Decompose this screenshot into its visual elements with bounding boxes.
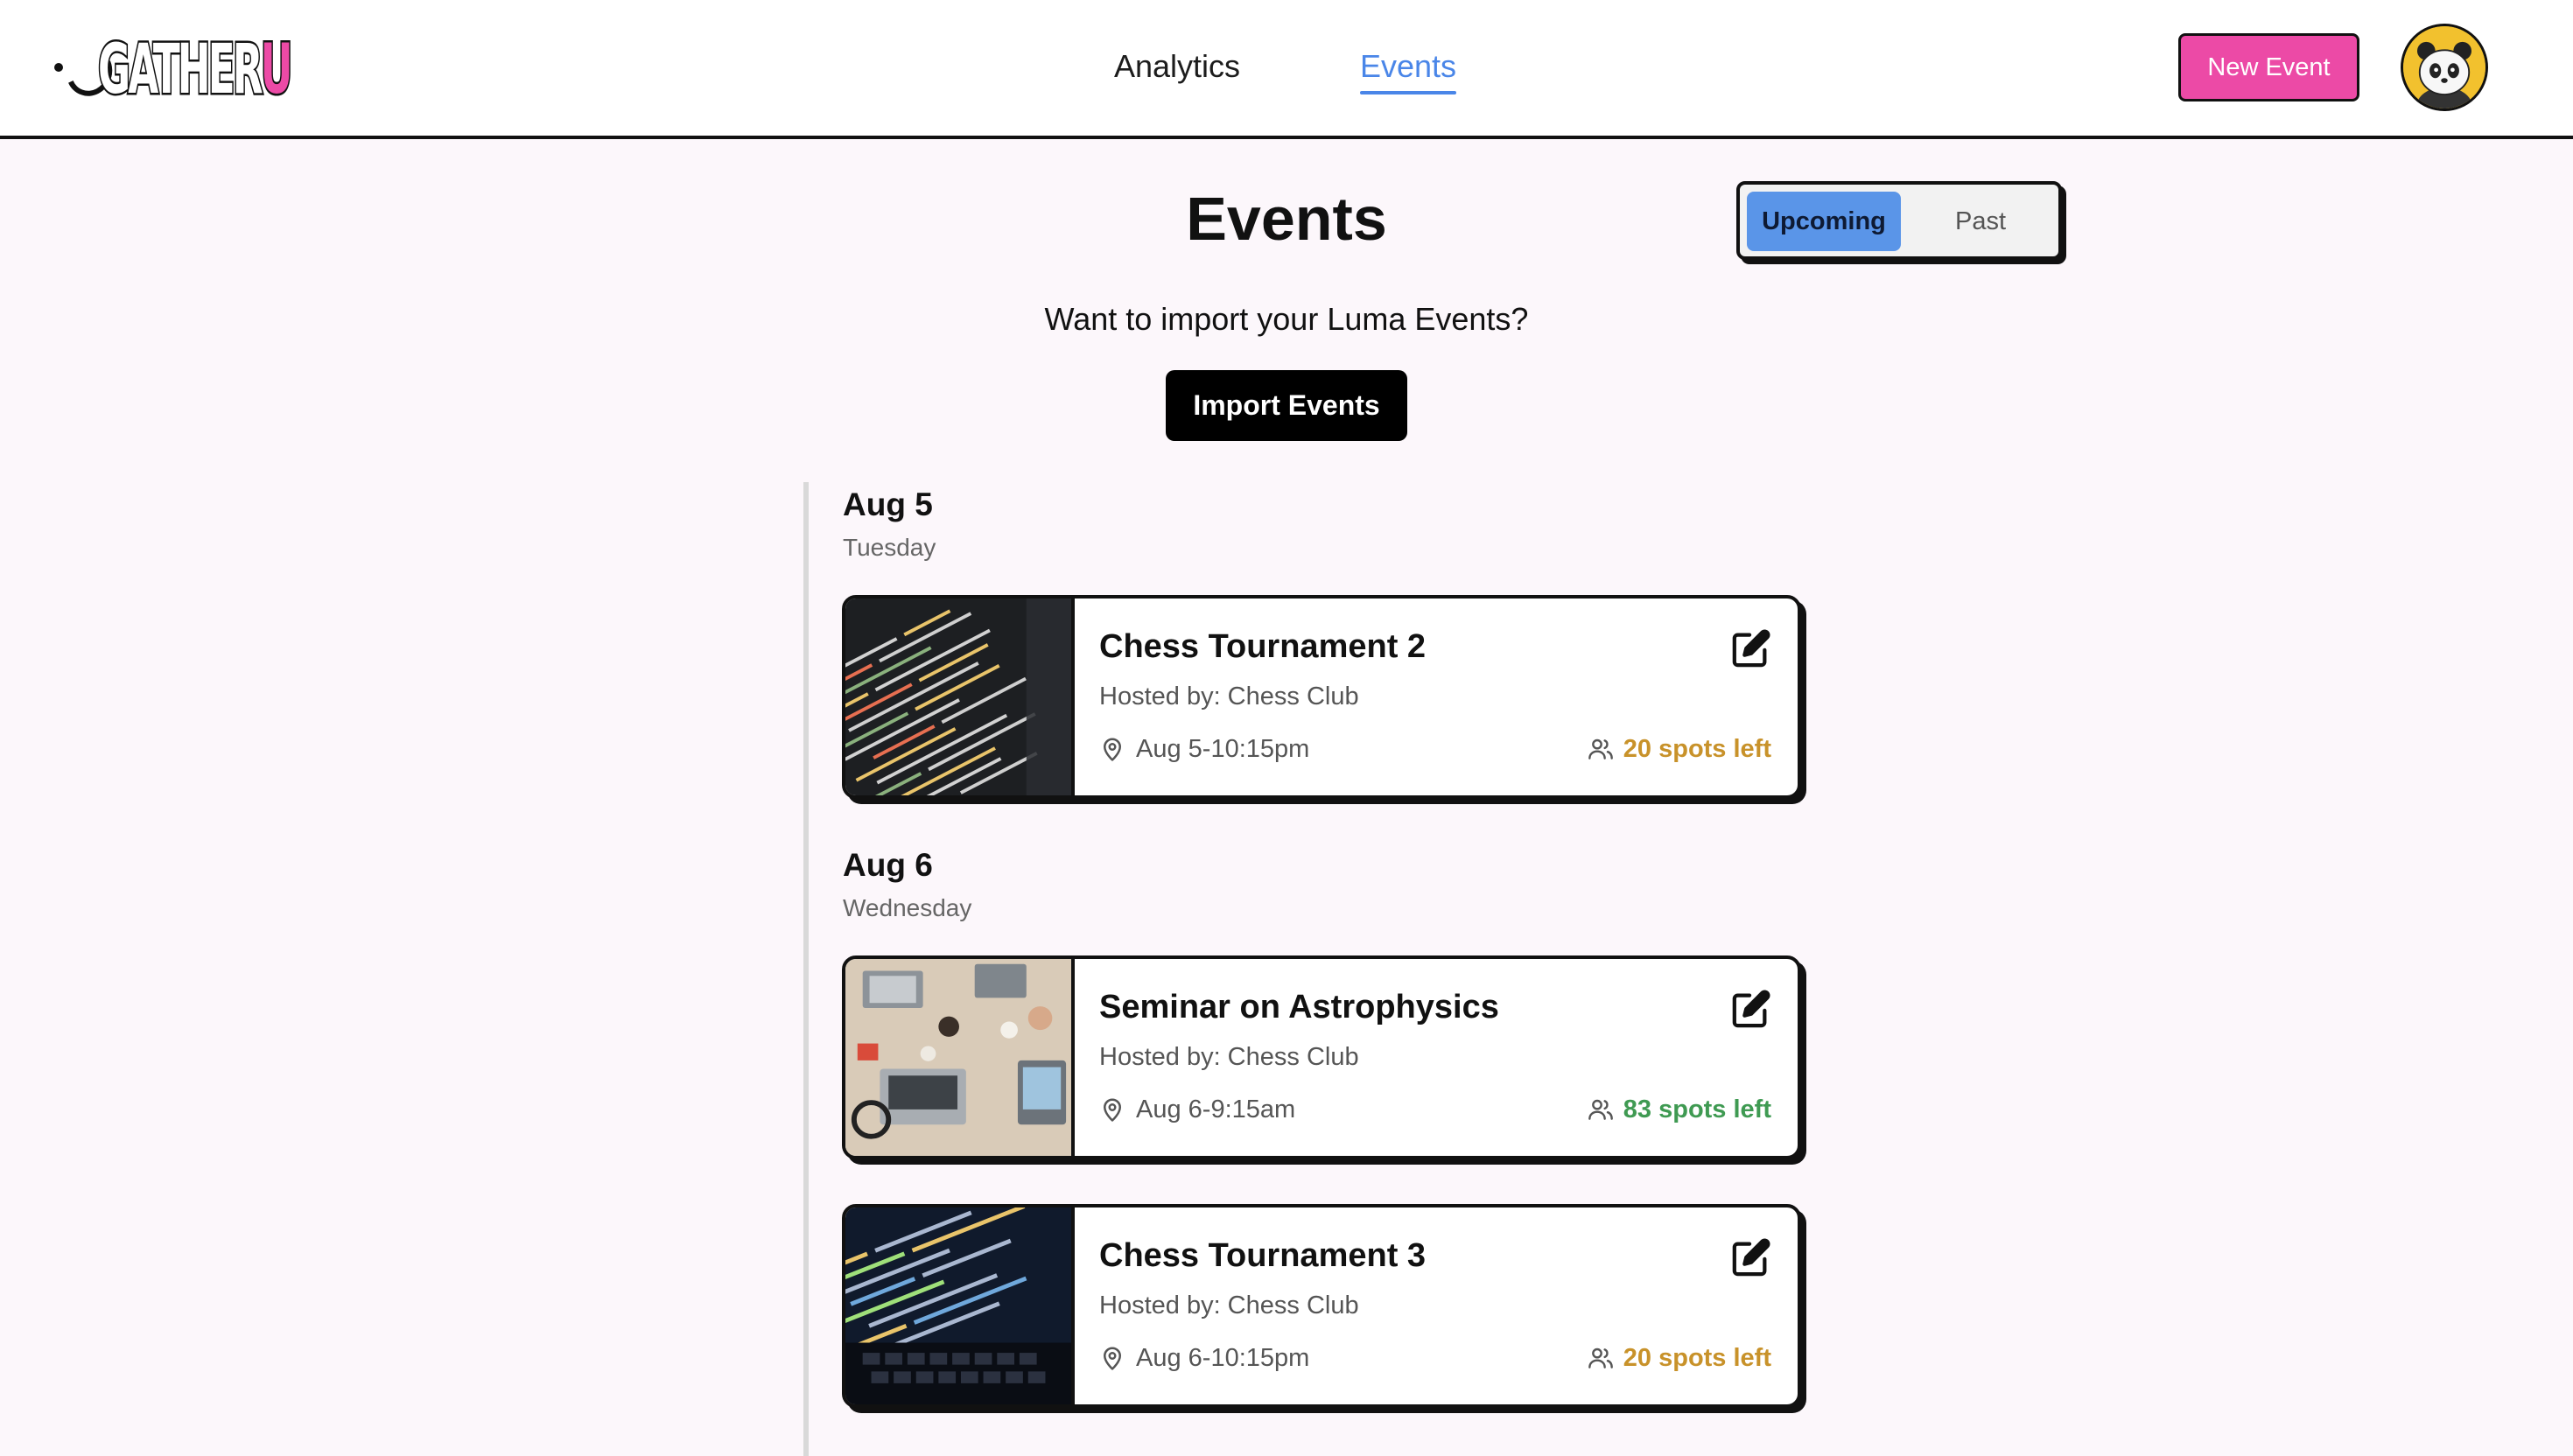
spots-left-text: 83 spots left	[1623, 1095, 1771, 1124]
event-datetime: Aug 5-10:15pm	[1099, 732, 1309, 766]
users-icon	[1588, 738, 1613, 760]
event-title[interactable]: Seminar on Astrophysics	[1099, 989, 1499, 1026]
event-time-text: Aug 6-9:15am	[1136, 1095, 1296, 1124]
event-host: Hosted by: Chess Club	[1099, 1043, 1359, 1071]
spots-left-text: 20 spots left	[1623, 734, 1771, 763]
event-card[interactable]: Chess Tournament 2 Hosted by: Chess Club…	[842, 595, 1801, 799]
panda-avatar-icon	[2403, 26, 2485, 108]
spots-left-text: 20 spots left	[1623, 1343, 1771, 1372]
event-title[interactable]: Chess Tournament 3	[1099, 1237, 1426, 1275]
event-card[interactable]: Seminar on Astrophysics Hosted by: Chess…	[842, 956, 1801, 1159]
event-time-text: Aug 6-10:15pm	[1136, 1343, 1310, 1372]
users-icon	[1588, 1348, 1613, 1368]
event-time-text: Aug 5-10:15pm	[1136, 734, 1310, 763]
location-pin-icon	[1104, 1098, 1121, 1122]
event-host: Hosted by: Chess Club	[1099, 682, 1359, 710]
gatheru-logo[interactable]: GATHERU	[54, 31, 294, 110]
new-event-button[interactable]: New Event	[2178, 33, 2359, 102]
spots-left: 20 spots left	[1587, 732, 1771, 766]
event-thumbnail	[845, 959, 1075, 1156]
logo-dot	[54, 63, 63, 72]
event-datetime: Aug 6-9:15am	[1099, 1092, 1295, 1127]
nav-events[interactable]: Events	[1360, 40, 1457, 94]
page-title: Events	[1186, 185, 1387, 253]
date-heading: Aug 5	[843, 486, 933, 522]
weekday-label: Wednesday	[843, 894, 972, 921]
top-navbar: GATHERU Analytics Events New Event	[0, 0, 2573, 139]
tab-past[interactable]: Past	[1906, 192, 2055, 251]
spots-left: 83 spots left	[1587, 1092, 1771, 1127]
import-events-button[interactable]: Import Events	[1166, 370, 1407, 441]
date-heading: Aug 6	[843, 847, 933, 883]
edit-icon[interactable]	[1731, 1237, 1771, 1278]
tab-upcoming[interactable]: Upcoming	[1747, 192, 1901, 251]
import-prompt-text: Want to import your Luma Events?	[1044, 301, 1529, 337]
event-host: Hosted by: Chess Club	[1099, 1292, 1359, 1320]
event-datetime: Aug 6-10:15pm	[1099, 1340, 1309, 1376]
weekday-label: Tuesday	[843, 534, 936, 561]
users-icon	[1588, 1099, 1613, 1120]
timeline-line	[803, 482, 809, 1456]
event-title[interactable]: Chess Tournament 2	[1099, 628, 1426, 666]
logo-wordmark: GATHERU	[97, 31, 294, 109]
event-card[interactable]: Chess Tournament 3 Hosted by: Chess Club…	[842, 1204, 1801, 1408]
edit-icon[interactable]	[1731, 989, 1771, 1029]
edit-icon[interactable]	[1731, 628, 1771, 668]
location-pin-icon	[1104, 738, 1121, 761]
user-avatar[interactable]	[2401, 24, 2488, 111]
location-pin-icon	[1104, 1347, 1121, 1370]
event-thumbnail	[845, 1208, 1075, 1404]
event-thumbnail	[845, 598, 1075, 795]
spots-left: 20 spots left	[1587, 1340, 1771, 1376]
nav-analytics[interactable]: Analytics	[1114, 40, 1240, 93]
upcoming-past-toggle: Upcoming Past	[1736, 181, 2062, 260]
